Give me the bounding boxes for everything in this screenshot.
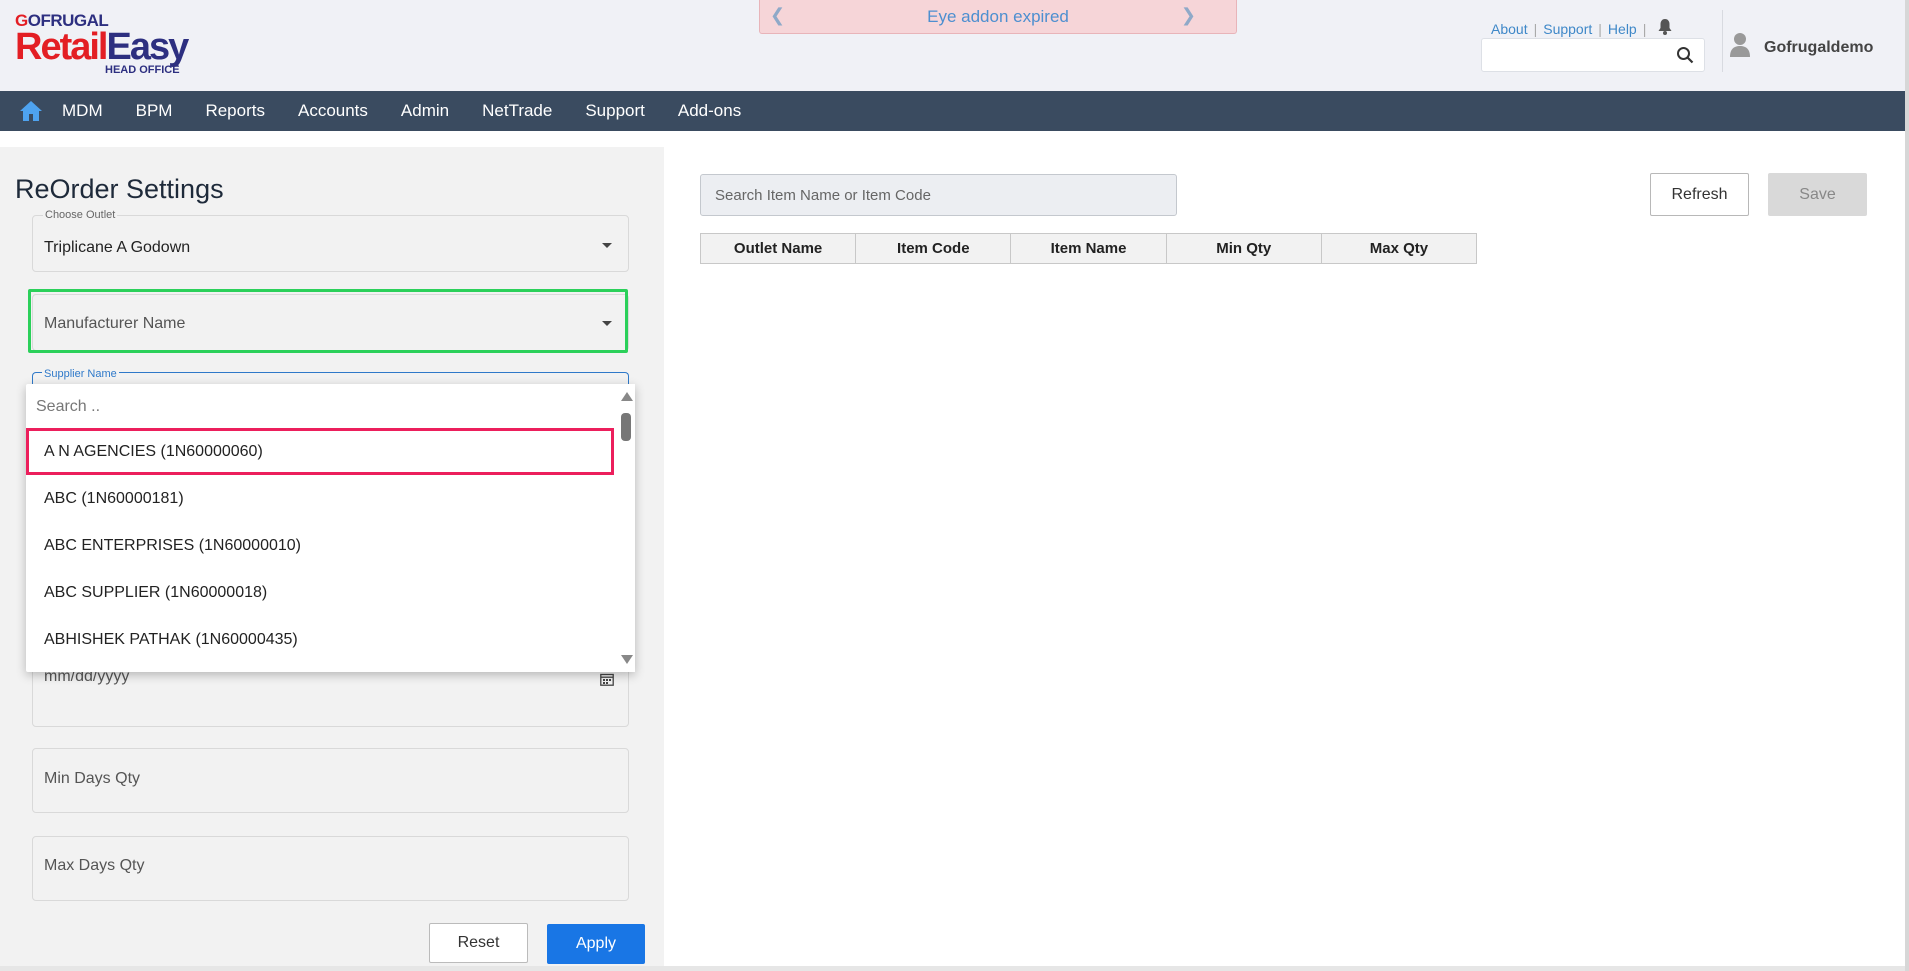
brand-subtitle: HEAD OFFICE <box>105 64 180 76</box>
user-menu[interactable]: Gofrugaldemo <box>1730 32 1873 63</box>
nav-item-reports[interactable]: Reports <box>205 101 265 121</box>
item-search-input[interactable]: Search Item Name or Item Code <box>700 174 1177 216</box>
scroll-up-icon[interactable] <box>621 392 633 401</box>
chevron-right-icon[interactable]: ❯ <box>1181 5 1196 26</box>
link-separator: | <box>1642 21 1647 37</box>
nav-item-admin[interactable]: Admin <box>401 101 449 121</box>
support-link[interactable]: Support <box>1543 21 1592 37</box>
save-button[interactable]: Save <box>1768 173 1867 216</box>
column-item-code[interactable]: Item Code <box>856 234 1012 263</box>
addon-banner: ❮ Eye addon expired ❯ <box>759 0 1237 34</box>
max-days-placeholder: Max Days Qty <box>44 857 145 874</box>
column-outlet-name[interactable]: Outlet Name <box>701 234 857 263</box>
dropdown-scrollbar[interactable] <box>617 384 635 672</box>
supplier-options: A N AGENCIES (1N60000060) ABC (1N6000018… <box>26 428 616 663</box>
nav-item-nettrade[interactable]: NetTrade <box>482 101 552 121</box>
column-max-qty[interactable]: Max Qty <box>1322 234 1476 263</box>
column-item-name[interactable]: Item Name <box>1011 234 1167 263</box>
window-scrollbar[interactable] <box>1905 0 1909 971</box>
calendar-icon[interactable] <box>600 673 614 691</box>
bell-icon[interactable] <box>1658 19 1672 39</box>
supplier-option[interactable]: ABC SUPPLIER (1N60000018) <box>26 569 616 616</box>
manufacturer-highlight <box>28 289 628 353</box>
reorder-table-header: Outlet Name Item Code Item Name Min Qty … <box>700 233 1477 264</box>
nav-item-addons[interactable]: Add-ons <box>678 101 741 121</box>
brand-name: RetailEasy <box>15 26 189 68</box>
main-nav: MDM BPM Reports Accounts Admin NetTrade … <box>0 91 1905 131</box>
top-links: About | Support | Help | <box>1491 19 1672 39</box>
page-title: ReOrder Settings <box>15 174 224 204</box>
user-name: Gofrugaldemo <box>1764 38 1874 56</box>
supplier-option[interactable]: ABC ENTERPRISES (1N60000010) <box>26 522 616 569</box>
link-separator: | <box>1598 21 1602 37</box>
supplier-dropdown: Search .. A N AGENCIES (1N60000060) ABC … <box>26 384 635 672</box>
help-link[interactable]: Help <box>1608 21 1637 37</box>
column-min-qty[interactable]: Min Qty <box>1167 234 1322 263</box>
home-icon[interactable] <box>0 100 62 122</box>
scroll-down-icon[interactable] <box>621 655 633 664</box>
nav-item-support[interactable]: Support <box>585 101 645 121</box>
about-link[interactable]: About <box>1491 21 1528 37</box>
min-days-qty-field[interactable]: Min Days Qty <box>32 748 629 813</box>
user-icon <box>1730 32 1750 63</box>
scroll-thumb[interactable] <box>621 413 631 441</box>
min-days-placeholder: Min Days Qty <box>44 770 141 787</box>
nav-item-accounts[interactable]: Accounts <box>298 101 368 121</box>
chevron-left-icon[interactable]: ❮ <box>770 5 785 26</box>
banner-text: Eye addon expired <box>927 6 1069 26</box>
nav-item-bpm[interactable]: BPM <box>136 101 173 121</box>
supplier-option[interactable]: A N AGENCIES (1N60000060) <box>26 428 614 475</box>
outlet-value: Triplicane A Godown <box>44 239 191 256</box>
header-search-input[interactable] <box>1481 38 1705 72</box>
search-icon[interactable] <box>1676 46 1694 69</box>
brand-logo[interactable]: GOFRUGAL RetailEasy HEAD OFFICE <box>15 12 189 76</box>
supplier-option[interactable]: ABHISHEK PATHAK (1N60000435) <box>26 616 616 663</box>
dropdown-search-input[interactable]: Search .. <box>36 398 100 416</box>
page-bottom-edge <box>0 966 1905 971</box>
chevron-down-icon <box>602 243 612 248</box>
reset-button[interactable]: Reset <box>429 923 528 963</box>
header-divider <box>1722 10 1723 72</box>
supplier-label: Supplier Name <box>42 368 119 380</box>
max-days-qty-field[interactable]: Max Days Qty <box>32 836 629 901</box>
app-header: GOFRUGAL RetailEasy HEAD OFFICE ❮ Eye ad… <box>0 0 1905 91</box>
link-separator: | <box>1533 21 1538 37</box>
apply-button[interactable]: Apply <box>547 924 645 964</box>
outlet-select[interactable]: Choose Outlet Triplicane A Godown <box>32 209 629 272</box>
nav-item-mdm[interactable]: MDM <box>62 101 103 121</box>
item-search-placeholder: Search Item Name or Item Code <box>715 187 931 204</box>
outlet-label: Choose Outlet <box>43 209 118 221</box>
supplier-option[interactable]: ABC (1N60000181) <box>26 475 616 522</box>
refresh-button[interactable]: Refresh <box>1650 173 1749 216</box>
